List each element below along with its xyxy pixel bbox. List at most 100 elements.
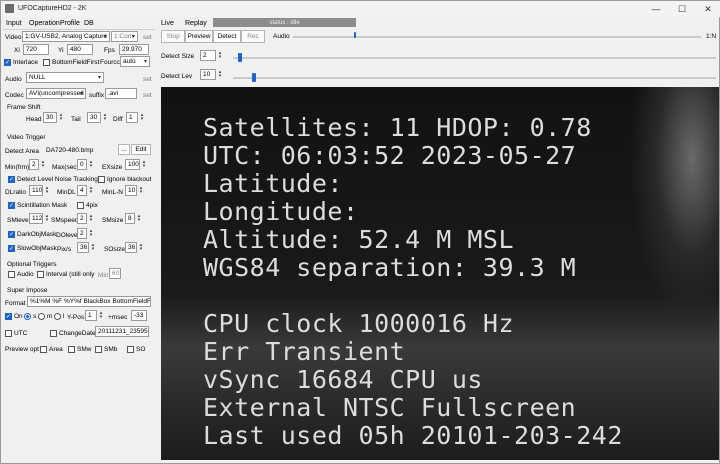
mindl-input[interactable]: 4 — [77, 185, 87, 196]
min-frm-spinner[interactable]: ▴ ▾ — [40, 160, 46, 169]
utc-checkbox[interactable]: UTC — [5, 330, 27, 337]
interval-checkbox[interactable]: Interval (still only — [37, 271, 94, 278]
detect-size-thumb[interactable] — [238, 53, 242, 62]
fps-input[interactable]: 29.970 — [119, 44, 149, 55]
size-m-radio[interactable]: m — [38, 313, 52, 320]
maximize-button[interactable]: ☐ — [669, 1, 695, 17]
min-frm-input[interactable]: 2 — [29, 159, 39, 170]
msec-input[interactable]: -33 — [131, 310, 147, 321]
interlace-checkbox[interactable]: ✓ Interlace — [4, 59, 38, 66]
osd-line-err: Err Transient — [203, 337, 406, 366]
max-sec-spinner[interactable]: ▴ ▾ — [88, 160, 94, 169]
minln-spinner[interactable]: ▴ ▾ — [138, 186, 144, 195]
stop-button[interactable]: Stop — [161, 30, 185, 43]
tab-input[interactable]: Input — [6, 20, 22, 27]
dlratio-input[interactable]: 110 — [29, 185, 43, 196]
minimize-button[interactable]: — — [643, 1, 669, 17]
sosize-input[interactable]: 36 — [125, 242, 137, 253]
smlevel-input[interactable]: 112 — [29, 213, 43, 224]
audio-set-button[interactable]: set — [143, 76, 152, 83]
detect-lev-input[interactable]: 10 — [200, 69, 216, 80]
detect-lev-thumb[interactable] — [252, 73, 256, 82]
tab-profile[interactable]: Profile — [60, 20, 80, 27]
tab-operation[interactable]: Operation — [29, 20, 60, 27]
interval-min-input[interactable]: 60 — [109, 268, 121, 279]
smlevel-spinner[interactable]: ▴ ▾ — [44, 214, 50, 223]
osd-line-satellites: Satellites: 11 HDOP: 0.78 — [203, 113, 592, 142]
osd-line-external: External NTSC Fullscreen — [203, 393, 577, 422]
exsize-spinner[interactable]: ▴ ▾ — [141, 160, 147, 169]
xi-input[interactable]: 720 — [23, 44, 49, 55]
scintillation-mask-checkbox[interactable]: ✓ Scintillation Mask — [8, 202, 67, 209]
minln-input[interactable]: 10 — [125, 185, 137, 196]
dolevel-spinner[interactable]: ▴ ▾ — [88, 229, 94, 238]
fourpix-checkbox[interactable]: 4pix — [77, 202, 98, 209]
dlratio-spinner[interactable]: ▴ ▾ — [44, 186, 50, 195]
fourcc-select[interactable]: auto ▾ — [120, 56, 150, 67]
preview-smb-checkbox[interactable]: SMb — [95, 346, 117, 353]
mindl-spinner[interactable]: ▴ ▾ — [88, 186, 94, 195]
tail-spinner[interactable]: ▴ ▾ — [102, 113, 108, 122]
audio-trigger-checkbox[interactable]: Audio — [8, 271, 34, 278]
fps-label: Fps — [104, 47, 115, 54]
smspeed-spinner[interactable]: ▴ ▾ — [88, 214, 94, 223]
video-set-button[interactable]: set — [143, 34, 152, 41]
close-button[interactable]: ✕ — [695, 1, 720, 17]
change-date-checkbox[interactable]: ChangeDate — [50, 330, 96, 337]
detect-button[interactable]: Detect — [213, 30, 241, 43]
ypos-input[interactable]: 1 — [85, 310, 97, 321]
preview-button[interactable]: Preview — [185, 30, 213, 43]
detect-lev-track — [233, 77, 716, 79]
interval-label: Interval (still only — [46, 271, 95, 278]
size-l-radio[interactable]: l — [54, 313, 64, 320]
noise-tracking-checkbox[interactable]: ✓ Detect Level Noise Tracking — [8, 176, 98, 183]
sosize-spinner[interactable]: ▴ ▾ — [138, 243, 144, 252]
head-input[interactable]: 30 — [43, 112, 57, 123]
head-spinner[interactable]: ▴ ▾ — [58, 113, 64, 122]
pix-s-spinner[interactable]: ▴ ▾ — [90, 243, 96, 252]
detect-area-edit-button[interactable]: Edit — [131, 144, 151, 155]
slowobj-mask-checkbox[interactable]: ✓ SlowObjMask — [8, 245, 57, 252]
superimpose-on-checkbox[interactable]: ✓ On — [5, 313, 23, 320]
codec-select[interactable]: AVI(uncompressed ▾ — [26, 88, 86, 99]
video-com-select[interactable]: 1:Com ▾ — [111, 31, 138, 42]
audio-device-label: Audio — [5, 76, 22, 83]
rec-button[interactable]: Rec — [241, 30, 265, 43]
size-s-radio[interactable]: s — [24, 313, 36, 320]
audio-device-select[interactable]: NULL ▾ — [26, 72, 104, 83]
video-device-select[interactable]: 1:GV-USB2, Analog Capture ▾ — [22, 31, 110, 42]
suffix-input[interactable]: .avi — [105, 88, 137, 99]
preview-area-checkbox[interactable]: Area — [40, 346, 63, 353]
tab-live[interactable]: Live — [161, 20, 174, 27]
detect-area-browse-button[interactable]: ... — [118, 144, 130, 155]
pix-s-input[interactable]: 36 — [77, 242, 89, 253]
ypos-spinner[interactable]: ▴ ▾ — [98, 311, 104, 320]
detect-size-input[interactable]: 2 — [200, 50, 216, 61]
bottom-field-first-checkbox[interactable]: BottomFieldFirst — [43, 59, 99, 66]
smspeed-input[interactable]: 2 — [77, 213, 87, 224]
check-icon: ✓ — [4, 59, 11, 66]
tab-db[interactable]: DB — [84, 20, 94, 27]
detect-size-spinner[interactable]: ▴ ▾ — [217, 51, 223, 60]
tail-input[interactable]: 30 — [87, 112, 101, 123]
codec-set-button[interactable]: set — [143, 92, 152, 99]
exsize-input[interactable]: 100 — [125, 159, 140, 170]
detect-lev-spinner[interactable]: ▴ ▾ — [217, 70, 223, 79]
ignore-blackout-checkbox[interactable]: Ignore blackout — [98, 176, 151, 183]
format-input[interactable]: %1%M %F %Y%f BlackBox BottomFieldFirst — [27, 296, 151, 307]
preview-smw-checkbox[interactable]: SMw — [68, 346, 91, 353]
preview-so-checkbox[interactable]: SO — [127, 346, 145, 353]
yi-input[interactable]: 480 — [67, 44, 93, 55]
smsize-input[interactable]: 8 — [125, 213, 135, 224]
suffix-label: suffix — [89, 92, 105, 99]
dolevel-input[interactable]: 2 — [77, 228, 87, 239]
diff-input[interactable]: 1 — [126, 112, 138, 123]
tab-replay[interactable]: Replay — [185, 20, 207, 27]
smsize-spinner[interactable]: ▴ ▾ — [136, 214, 142, 223]
max-sec-input[interactable]: 0 — [77, 159, 87, 170]
audio-level-thumb[interactable] — [354, 32, 356, 38]
diff-spinner[interactable]: ▴ ▾ — [139, 113, 145, 122]
change-date-input[interactable]: 20111231_235959 — [95, 326, 149, 337]
size-m-label: m — [47, 313, 53, 320]
darkobj-mask-checkbox[interactable]: ✓ DarkObjMask — [8, 231, 56, 238]
